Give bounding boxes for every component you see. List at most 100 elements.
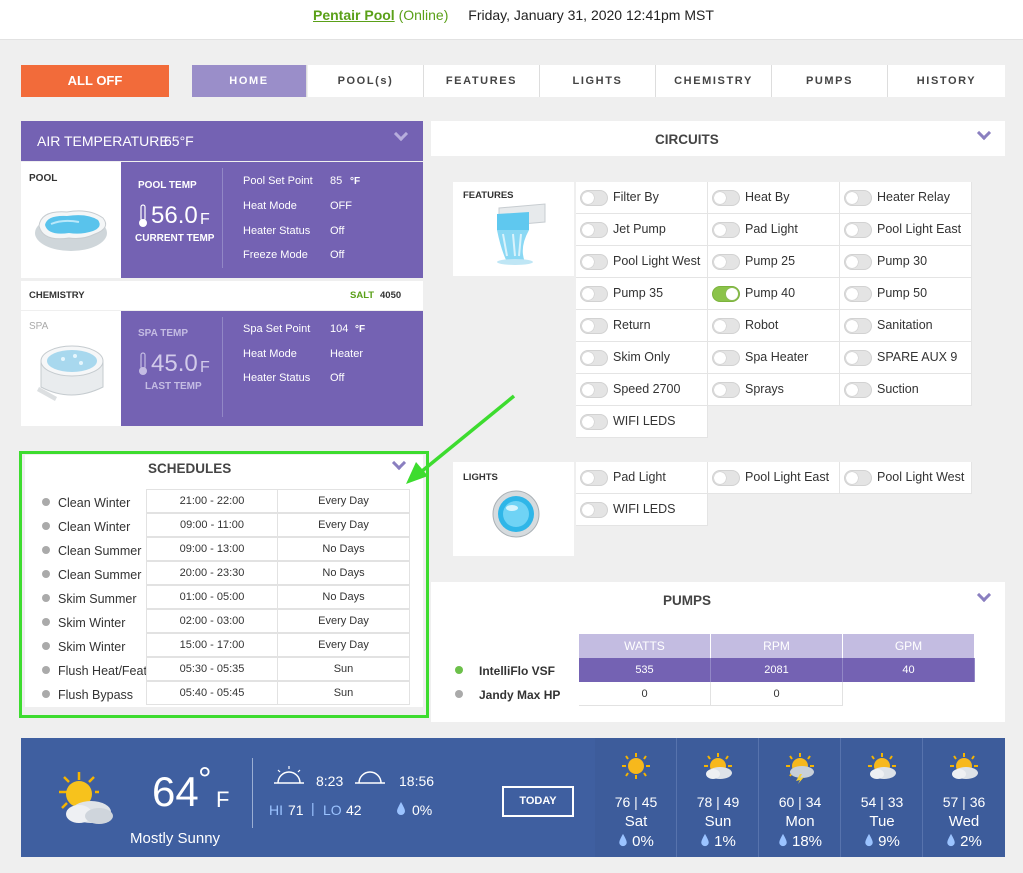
circuit-item[interactable]: Sanitation <box>840 310 972 342</box>
hi-value: 71 <box>288 802 304 818</box>
circuit-label: Spa Heater <box>745 350 809 364</box>
circuit-item[interactable]: Pool Light East <box>708 462 840 494</box>
chevron-down-icon[interactable] <box>976 125 992 141</box>
spa-image-panel: SPA <box>21 311 121 426</box>
circuit-item[interactable]: Pool Light West <box>576 246 708 278</box>
pool-name-link[interactable]: Pentair Pool <box>313 7 395 23</box>
circuit-item[interactable]: Suction <box>840 374 972 406</box>
today-button[interactable]: TODAY <box>502 786 574 817</box>
circuit-item[interactable]: WIFI LEDS <box>576 406 708 438</box>
circuit-label: Jet Pump <box>613 222 666 236</box>
toggle-switch[interactable] <box>844 254 872 270</box>
toggle-switch[interactable] <box>580 318 608 334</box>
spa-setpoint-value[interactable]: 104 <box>330 323 348 335</box>
circuit-item[interactable]: Pool Light West <box>840 462 972 494</box>
toggle-switch[interactable] <box>712 470 740 486</box>
circuit-item[interactable]: Robot <box>708 310 840 342</box>
toggle-switch[interactable] <box>580 414 608 430</box>
circuit-item[interactable]: Heat By <box>708 182 840 214</box>
circuit-item[interactable]: Pump 25 <box>708 246 840 278</box>
forecast-day[interactable]: 78 | 49 Sun 1% <box>677 738 759 857</box>
circuit-item[interactable]: Pump 40 <box>708 278 840 310</box>
pool-icon <box>35 210 107 251</box>
precip-value: 0% <box>412 802 433 818</box>
forecast-day[interactable]: 57 | 36 Wed 2% <box>923 738 1005 857</box>
tab-pools[interactable]: POOL(s) <box>308 65 424 97</box>
spa-temp-label: SPA TEMP <box>138 328 189 339</box>
circuit-item[interactable]: WIFI LEDS <box>576 494 708 526</box>
circuit-item[interactable]: Heater Relay <box>840 182 972 214</box>
toggle-switch[interactable] <box>580 190 608 206</box>
toggle-switch[interactable] <box>580 470 608 486</box>
circuit-item[interactable]: Pump 30 <box>840 246 972 278</box>
circuit-item[interactable]: Pad Light <box>576 462 708 494</box>
circuit-item[interactable]: Pool Light East <box>840 214 972 246</box>
toggle-switch[interactable] <box>580 350 608 366</box>
pump-name[interactable]: Jandy Max HP <box>479 688 560 702</box>
pool-heatmode-value[interactable]: OFF <box>330 200 352 212</box>
toggle-switch[interactable] <box>580 502 608 518</box>
spa-heatmode-value[interactable]: Heater <box>330 348 363 360</box>
circuit-item[interactable]: Return <box>576 310 708 342</box>
circuit-label: WIFI LEDS <box>613 414 676 428</box>
circuit-item[interactable]: Filter By <box>576 182 708 214</box>
circuit-item[interactable]: SPARE AUX 9 <box>840 342 972 374</box>
forecast-temps: 60 | 34 <box>778 794 822 810</box>
toggle-switch[interactable] <box>844 350 872 366</box>
sun-cloud-icon <box>868 753 896 779</box>
pool-temp-sub: CURRENT TEMP <box>135 233 215 244</box>
toggle-switch[interactable] <box>844 318 872 334</box>
tab-pumps[interactable]: PUMPS <box>772 65 888 97</box>
toggle-switch[interactable] <box>580 222 608 238</box>
forecast-day[interactable]: 76 | 45 Sat 0% <box>595 738 677 857</box>
forecast-day[interactable]: 60 | 34 Mon 18% <box>759 738 841 857</box>
toggle-switch[interactable] <box>712 350 740 366</box>
chemistry-bar[interactable]: CHEMISTRY SALT 4050 <box>21 281 423 310</box>
tab-lights[interactable]: LIGHTS <box>540 65 656 97</box>
circuit-item[interactable]: Speed 2700 <box>576 374 708 406</box>
circuit-item[interactable]: Jet Pump <box>576 214 708 246</box>
tab-chemistry[interactable]: CHEMISTRY <box>656 65 772 97</box>
toggle-switch[interactable] <box>712 286 740 302</box>
circuit-item[interactable]: Spa Heater <box>708 342 840 374</box>
toggle-switch[interactable] <box>580 286 608 302</box>
tab-home[interactable]: HOME <box>192 65 307 97</box>
circuit-label: Sprays <box>745 382 784 396</box>
pool-setpoint-value[interactable]: 85 <box>330 175 342 187</box>
tab-features[interactable]: FEATURES <box>424 65 540 97</box>
toggle-switch[interactable] <box>712 190 740 206</box>
toggle-switch[interactable] <box>712 382 740 398</box>
forecast-precip-value: 9% <box>878 833 900 850</box>
circuit-item[interactable]: Pump 50 <box>840 278 972 310</box>
all-off-button[interactable]: ALL OFF <box>21 65 169 97</box>
toggle-switch[interactable] <box>844 470 872 486</box>
circuit-item[interactable]: Pad Light <box>708 214 840 246</box>
pool-setpoint-unit: °F <box>350 176 361 187</box>
toggle-switch[interactable] <box>712 254 740 270</box>
circuit-label: Return <box>613 318 651 332</box>
pump-name[interactable]: IntelliFlo VSF <box>479 664 555 678</box>
features-image-panel: FEATURES <box>453 182 574 276</box>
tab-history[interactable]: HISTORY <box>888 65 1005 97</box>
pump-col-header: RPM <box>711 634 843 658</box>
forecast-precip-value: 18% <box>791 833 823 850</box>
circuit-item[interactable]: Skim Only <box>576 342 708 374</box>
forecast-day-name: Tue <box>869 813 895 830</box>
toggle-switch[interactable] <box>844 286 872 302</box>
divider <box>222 317 223 417</box>
spa-setpoint-label: Spa Set Point <box>243 323 311 335</box>
toggle-switch[interactable] <box>844 190 872 206</box>
toggle-switch[interactable] <box>580 382 608 398</box>
status-dot <box>455 690 463 698</box>
chevron-down-icon[interactable] <box>976 587 992 603</box>
toggle-switch[interactable] <box>844 222 872 238</box>
toggle-switch[interactable] <box>844 382 872 398</box>
forecast-day[interactable]: 54 | 33 Tue 9% <box>841 738 923 857</box>
chevron-down-icon[interactable] <box>393 126 409 142</box>
circuit-item[interactable]: Sprays <box>708 374 840 406</box>
toggle-switch[interactable] <box>712 222 740 238</box>
toggle-switch[interactable] <box>580 254 608 270</box>
air-temp-title: AIR TEMPERATURE <box>37 133 169 149</box>
circuit-item[interactable]: Pump 35 <box>576 278 708 310</box>
toggle-switch[interactable] <box>712 318 740 334</box>
